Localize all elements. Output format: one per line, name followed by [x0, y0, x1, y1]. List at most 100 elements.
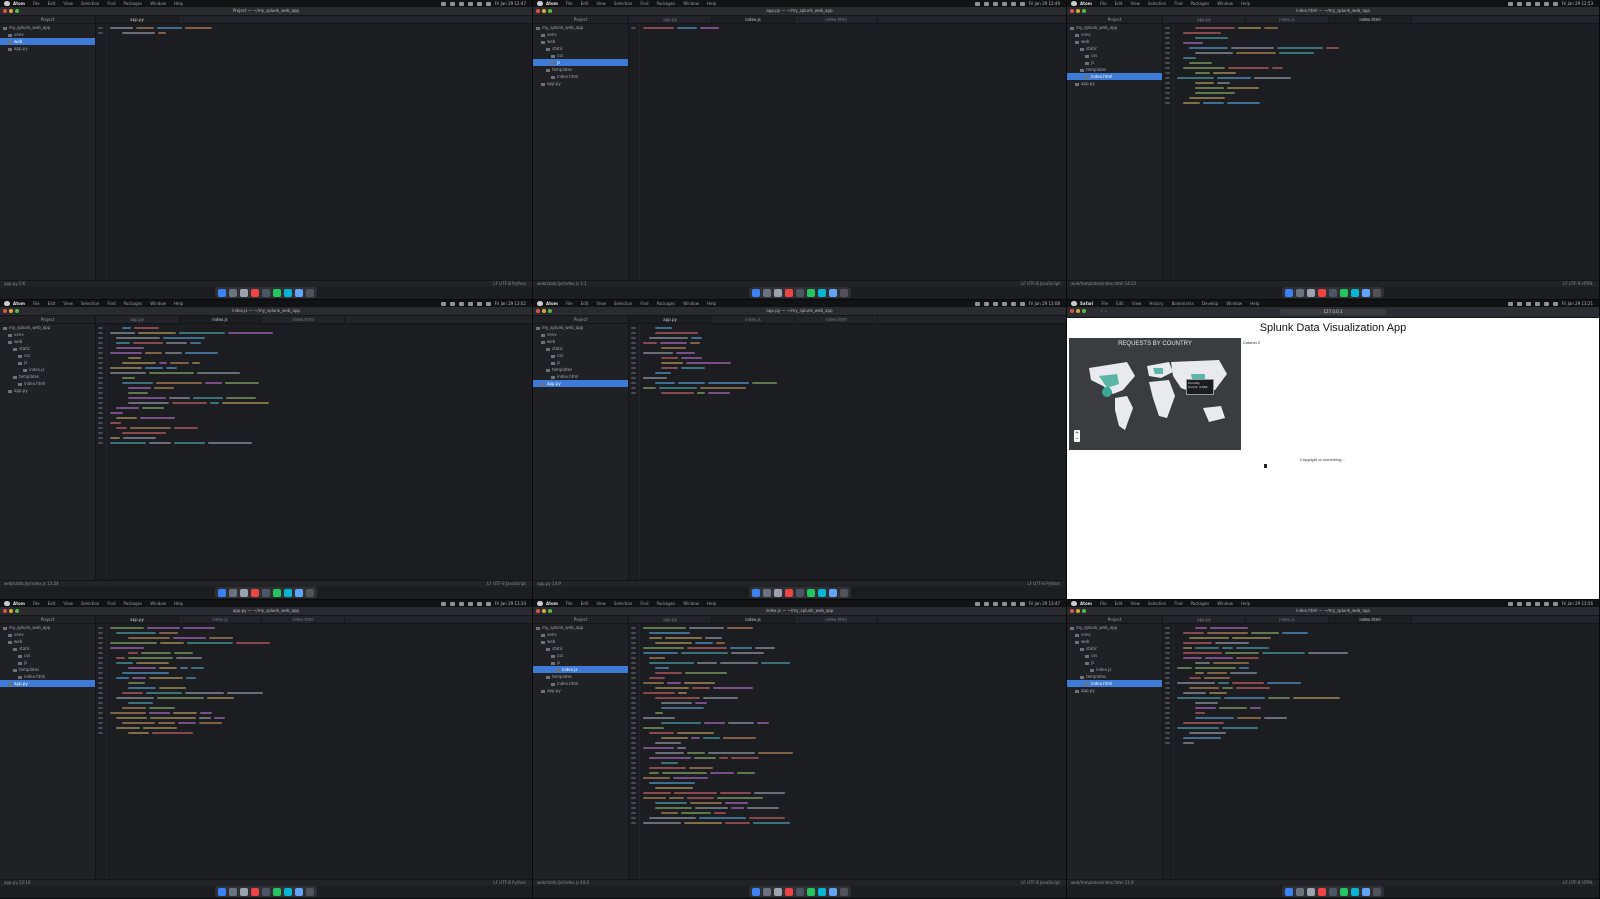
menu-item[interactable]: Find	[640, 1, 648, 6]
status-icon[interactable]	[1543, 301, 1549, 306]
status-icon[interactable]	[1552, 601, 1558, 606]
tree-item[interactable]: app.py	[533, 80, 628, 87]
menu-item[interactable]: Packages	[657, 301, 676, 306]
tree-item[interactable]: static	[0, 645, 95, 652]
menu-item[interactable]: Edit	[48, 1, 56, 6]
editor-tab[interactable]: index.js	[712, 16, 795, 23]
tree-item[interactable]: css	[1067, 652, 1162, 659]
dock-app-icon[interactable]	[251, 288, 259, 297]
apple-icon[interactable]	[537, 1, 543, 6]
status-icon[interactable]	[1019, 301, 1025, 306]
menu-item[interactable]: Window	[150, 301, 166, 306]
menu-item[interactable]: View	[596, 601, 606, 606]
menubar-clock[interactable]: Fri Jan 29 12:47	[495, 1, 526, 6]
status-path[interactable]: app.py 22:16	[4, 880, 31, 885]
menu-item[interactable]: Window	[1217, 1, 1233, 6]
menu-item[interactable]: Help	[174, 1, 183, 6]
editor-tab[interactable]: index.js	[1246, 16, 1329, 23]
tree-item[interactable]: my_splunk_web_app	[1067, 24, 1162, 31]
dock-app-icon[interactable]	[1296, 288, 1304, 297]
tree-item[interactable]: app.py	[1067, 687, 1162, 694]
menu-item[interactable]: Selection	[614, 601, 632, 606]
tree-item[interactable]: my_splunk_web_app	[533, 324, 628, 331]
menu-item[interactable]: Atom	[1080, 1, 1092, 6]
status-icon[interactable]	[992, 1, 998, 6]
status-icon[interactable]	[467, 1, 473, 6]
tree-item[interactable]: my_splunk_web_app	[0, 324, 95, 331]
status-icon[interactable]	[1019, 601, 1025, 606]
dock-app-icon[interactable]	[218, 588, 226, 597]
dock-app-icon[interactable]	[828, 887, 837, 896]
status-path[interactable]: app.py 2:6	[4, 281, 25, 286]
menu-item[interactable]: Atom	[546, 301, 558, 306]
status-icon[interactable]	[1534, 301, 1540, 306]
tree-item[interactable]: my_splunk_web_app	[533, 24, 628, 31]
tree-item[interactable]: my_splunk_web_app	[0, 624, 95, 631]
status-encoding[interactable]: LF UTF-8 HTML	[1563, 880, 1593, 886]
tree-item[interactable]: my_splunk_web_app	[0, 24, 95, 31]
menu-item[interactable]: Selection	[81, 1, 99, 6]
tree-item[interactable]: app.py	[0, 680, 95, 687]
tree-item[interactable]: index.html	[533, 680, 628, 687]
menu-item[interactable]: View	[63, 601, 73, 606]
menu-item[interactable]: Selection	[81, 301, 99, 306]
dock-app-icon[interactable]	[817, 588, 826, 597]
tree-item[interactable]: css	[533, 352, 628, 359]
dock-app-icon[interactable]	[262, 887, 270, 896]
status-icon[interactable]	[1516, 301, 1522, 306]
status-icon[interactable]	[1525, 301, 1531, 306]
code-editor[interactable]	[96, 624, 532, 879]
menu-item[interactable]: Help	[174, 301, 183, 306]
tree-item[interactable]: js	[533, 59, 628, 66]
menu-item[interactable]: Find	[640, 301, 648, 306]
dock-app-icon[interactable]	[795, 887, 804, 896]
menu-item[interactable]: Selection	[614, 1, 632, 6]
menu-item[interactable]: Edit	[48, 601, 56, 606]
dock-app-icon[interactable]	[817, 288, 826, 297]
status-encoding[interactable]: LF UTF-8 HTML	[1563, 281, 1593, 287]
menu-item[interactable]: Packages	[1191, 601, 1210, 606]
menu-item[interactable]: View	[63, 1, 73, 6]
menu-item[interactable]: File	[566, 1, 573, 6]
menu-item[interactable]: File	[566, 301, 573, 306]
tree-item[interactable]: js	[1067, 659, 1162, 666]
tree-item[interactable]: js	[0, 359, 95, 366]
status-icon[interactable]	[1507, 301, 1513, 306]
tree-item[interactable]: my_splunk_web_app	[1067, 624, 1162, 631]
dock-app-icon[interactable]	[262, 288, 270, 297]
menu-item[interactable]: Find	[1174, 1, 1182, 6]
menu-item[interactable]: Atom	[13, 301, 25, 306]
dock-app-icon[interactable]	[1362, 288, 1370, 297]
menubar-clock[interactable]: Fri Jan 29 13:34	[495, 601, 526, 606]
tree-item[interactable]: templates	[0, 666, 95, 673]
tree-item[interactable]: venv	[533, 31, 628, 38]
code-editor[interactable]	[629, 324, 1066, 580]
dock-app-icon[interactable]	[1307, 887, 1315, 896]
status-icon[interactable]	[983, 601, 989, 606]
tree-item[interactable]: web	[1067, 38, 1162, 45]
editor-tab[interactable]: app.py	[629, 16, 712, 23]
tree-item[interactable]: web	[533, 38, 628, 45]
status-icon[interactable]	[1010, 301, 1016, 306]
tree-item[interactable]: css	[1067, 52, 1162, 59]
tree-item[interactable]: index.html	[1067, 680, 1162, 687]
tree-item[interactable]: js	[1067, 59, 1162, 66]
tree-item[interactable]: css	[533, 652, 628, 659]
tree-item[interactable]: static	[1067, 645, 1162, 652]
menu-item[interactable]: File	[566, 601, 573, 606]
dock-app-icon[interactable]	[218, 887, 226, 896]
menu-item[interactable]: Packages	[124, 301, 143, 306]
editor-tab[interactable]: index.html	[1329, 616, 1412, 623]
dock-app-icon[interactable]	[1307, 288, 1315, 297]
dock-app-icon[interactable]	[806, 887, 815, 896]
tree-item[interactable]: templates	[533, 673, 628, 680]
status-icon[interactable]	[1001, 601, 1007, 606]
tree-item[interactable]: static	[1067, 45, 1162, 52]
menu-item[interactable]: Help	[707, 1, 716, 6]
dock-app-icon[interactable]	[1340, 288, 1348, 297]
status-encoding[interactable]: LF UTF-8 Python	[1027, 581, 1060, 587]
dock-app-icon[interactable]	[229, 588, 237, 597]
apple-icon[interactable]	[537, 601, 543, 606]
status-icon[interactable]	[974, 601, 980, 606]
dock-app-icon[interactable]	[839, 887, 848, 896]
